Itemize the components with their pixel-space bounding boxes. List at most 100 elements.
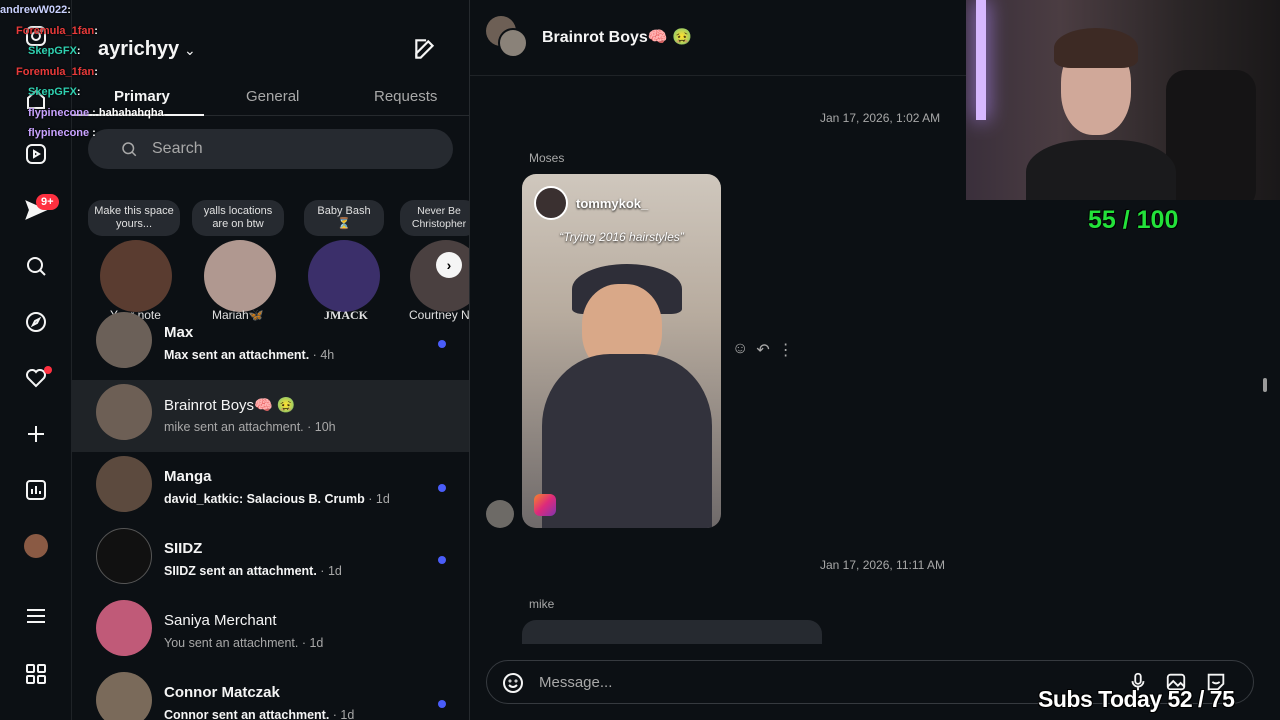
emoji-icon[interactable] — [501, 671, 525, 695]
thread-name: Connor Matczak — [164, 684, 280, 701]
shirt-shape — [542, 354, 712, 528]
score-counter: 55 / 100 — [1088, 206, 1179, 234]
avatar — [410, 240, 469, 312]
message-bubble[interactable] — [522, 620, 822, 644]
thread-preview-text: mike sent an attachment. — [164, 420, 304, 434]
explore-icon[interactable] — [22, 308, 50, 336]
thread-name: SIIDZ — [164, 540, 203, 557]
thread-preview: Connor sent an attachment. · 1d — [164, 708, 355, 720]
unread-dot — [438, 700, 446, 708]
avatar — [534, 186, 568, 220]
thread-row[interactable]: Manga david_katkic: Salacious B. Crumb ·… — [72, 452, 469, 524]
chat-line: Foremula_1fan: — [16, 65, 98, 78]
chevron-right-icon[interactable]: › — [436, 252, 462, 278]
app-root: 9+ ayrichyy ⌄ Primary General Requests S… — [0, 0, 1280, 720]
thread-preview-text: david_katkic: Salacious B. Crumb — [164, 492, 365, 506]
avatar — [96, 384, 152, 440]
reels-icon — [534, 494, 556, 516]
message-input[interactable]: Message... — [539, 674, 612, 691]
thread-name: Saniya Merchant — [164, 612, 277, 629]
sender-name: Moses — [529, 151, 565, 165]
thread-time: 1d — [340, 708, 355, 720]
thread-row[interactable]: Brainrot Boys🧠 🤢 mike sent an attachment… — [72, 380, 469, 452]
chat-user: flypinecone — [28, 106, 90, 119]
activity-dot — [44, 366, 52, 374]
thread-row[interactable]: Connor Matczak Connor sent an attachment… — [72, 668, 469, 720]
avatar — [96, 312, 152, 368]
scrollbar-thumb[interactable] — [1263, 378, 1267, 392]
group-avatar[interactable] — [486, 16, 530, 60]
more-options-icon[interactable]: ⋮ — [778, 340, 794, 360]
thread-preview: mike sent an attachment. · 10h — [164, 420, 336, 434]
dashboard-icon[interactable] — [22, 476, 50, 504]
profile-avatar[interactable] — [22, 532, 50, 560]
search-icon[interactable] — [22, 252, 50, 280]
reel-caption: “Trying 2016 hairstyles” — [559, 230, 684, 244]
sender-avatar — [486, 500, 514, 528]
thread-time: 4h — [320, 348, 335, 362]
reply-icon[interactable]: ↶ — [756, 340, 769, 360]
message-timestamp: Jan 17, 2026, 11:11 AM — [820, 558, 945, 572]
webcam-overlay — [966, 0, 1280, 200]
chat-message: hahahahqha — [98, 106, 164, 119]
thread-name: Max — [164, 324, 194, 341]
chat-user: SkepGFX — [28, 86, 77, 98]
thread-time: 1d — [309, 636, 324, 650]
avatar — [308, 240, 380, 312]
stream-chat-overlay: andrewW022: Foremula_1fan: SkepGFX: Fore… — [0, 0, 220, 144]
sender-name: mike — [529, 597, 555, 611]
chat-user: Foremula_1fan — [16, 65, 95, 78]
emoji-react-icon[interactable]: ☺ — [732, 340, 748, 360]
thread-preview-text: SIIDZ sent an attachment. — [164, 564, 317, 578]
shared-reel[interactable]: tommykok_ “Trying 2016 hairstyles” — [522, 174, 721, 528]
notes-row: Make this space yours... Your note yalls… — [72, 196, 469, 326]
compose-icon[interactable] — [412, 36, 438, 62]
avatar — [204, 240, 276, 312]
chat-line: SkepGFX: — [28, 45, 81, 57]
reels-icon[interactable] — [22, 140, 50, 168]
chat-user: andrewW022 — [0, 4, 68, 16]
chat-user: flypinecone — [28, 127, 90, 139]
avatar — [96, 528, 152, 584]
thread-row[interactable]: SIIDZ SIIDZ sent an attachment. · 1d — [72, 524, 469, 596]
note-bubble: Never Be Christopher — [400, 200, 469, 236]
note-bubble: Baby Bash ⏳ — [304, 200, 384, 236]
thread-row[interactable]: Max Max sent an attachment. · 4h — [72, 308, 469, 380]
thread-preview-text: Connor sent an attachment. — [164, 708, 330, 720]
note-bubble: yalls locations are on btw — [192, 200, 284, 236]
avatar — [100, 240, 172, 312]
hair-shape — [1054, 28, 1138, 68]
chat-user: Foremula_1fan — [16, 24, 95, 37]
subs-counter: Subs Today 52 / 75 — [1038, 686, 1235, 712]
chat-line: SkepGFX: — [28, 86, 81, 98]
chat-line: Foremula_1fan: — [16, 24, 98, 37]
thread-preview: SIIDZ sent an attachment. · 1d — [164, 564, 342, 578]
avatar — [96, 456, 152, 512]
message-timestamp: Jan 17, 2026, 1:02 AM — [820, 111, 941, 125]
tab-general[interactable]: General — [246, 88, 299, 105]
chat-line: flypinecone : — [28, 127, 96, 139]
menu-icon[interactable] — [22, 602, 50, 630]
thread-time: 1d — [375, 492, 390, 506]
thread-preview: david_katkic: Salacious B. Crumb · 1d — [164, 492, 390, 506]
chat-user: SkepGFX — [28, 45, 77, 57]
chat-line: andrewW022: — [0, 4, 71, 16]
message-actions: ☺ ↶ ⋮ — [732, 340, 794, 360]
tab-requests[interactable]: Requests — [374, 88, 437, 105]
thread-row[interactable]: Saniya Merchant You sent an attachment. … — [72, 596, 469, 668]
thread-name: Manga — [164, 468, 212, 485]
thread-preview: You sent an attachment. · 1d — [164, 636, 324, 650]
note-bubble: Make this space yours... — [88, 200, 180, 236]
thread-preview: Max sent an attachment. · 4h — [164, 348, 335, 362]
body-shape — [1026, 140, 1176, 200]
notification-badge: 9+ — [36, 194, 59, 210]
apps-icon[interactable] — [22, 660, 50, 688]
chat-line: flypinecone : hahahahqha — [28, 106, 164, 119]
thread-name: Brainrot Boys🧠 🤢 — [164, 397, 296, 414]
unread-dot — [438, 484, 446, 492]
create-icon[interactable] — [22, 420, 50, 448]
conversation-title[interactable]: Brainrot Boys🧠 🤢 — [542, 27, 692, 47]
thread-time: 1d — [327, 564, 342, 578]
thread-preview-text: You sent an attachment. — [164, 636, 299, 650]
avatar — [96, 672, 152, 720]
